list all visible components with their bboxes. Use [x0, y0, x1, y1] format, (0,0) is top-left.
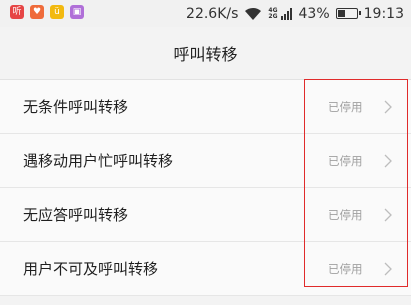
chevron-right-icon	[384, 154, 392, 167]
chevron-right-icon	[384, 208, 392, 221]
call-forwarding-list: 无条件呼叫转移 已停用 遇移动用户忙呼叫转移 已停用 无应答呼叫转移 已停用 用…	[0, 79, 411, 296]
battery-icon	[335, 8, 361, 19]
mail-app-icon: ♥	[30, 5, 44, 19]
list-item-unreachable[interactable]: 用户不可及呼叫转移 已停用	[0, 242, 411, 296]
network-speed: 22.6K/s	[186, 5, 239, 22]
list-item-label: 遇移动用户忙呼叫转移	[23, 152, 174, 170]
list-item-unconditional[interactable]: 无条件呼叫转移 已停用	[0, 80, 411, 134]
clock: 19:13	[363, 5, 404, 22]
gallery-app-icon: ▣	[70, 5, 84, 19]
page-title-text: 呼叫转移	[173, 45, 238, 64]
list-item-status: 已停用	[328, 153, 363, 168]
list-item-status: 已停用	[328, 261, 363, 276]
battery-percent: 43%	[298, 5, 330, 22]
notes-app-icon: ü	[50, 5, 64, 19]
list-item-status: 已停用	[328, 207, 363, 222]
network-type-icon: 4G 2G	[268, 6, 278, 20]
wifi-icon	[245, 7, 262, 20]
list-item-busy[interactable]: 遇移动用户忙呼叫转移 已停用	[0, 134, 411, 188]
status-indicators: 22.6K/s 4G 2G 43% 19:13	[186, 0, 404, 27]
list-item-label: 无应答呼叫转移	[23, 206, 129, 224]
list-item-status: 已停用	[328, 99, 363, 114]
notification-icons: 听 ♥ ü ▣	[10, 5, 84, 19]
list-item-no-answer[interactable]: 无应答呼叫转移 已停用	[0, 188, 411, 242]
chevron-right-icon	[384, 262, 392, 275]
music-app-icon: 听	[10, 5, 24, 19]
status-bar: 听 ♥ ü ▣ 22.6K/s 4G 2G 43% 19:13	[0, 0, 411, 27]
list-item-label: 用户不可及呼叫转移	[23, 260, 159, 278]
chevron-right-icon	[384, 100, 392, 113]
signal-icon	[280, 7, 292, 20]
page-title: 呼叫转移	[0, 27, 411, 79]
list-item-label: 无条件呼叫转移	[23, 98, 129, 116]
